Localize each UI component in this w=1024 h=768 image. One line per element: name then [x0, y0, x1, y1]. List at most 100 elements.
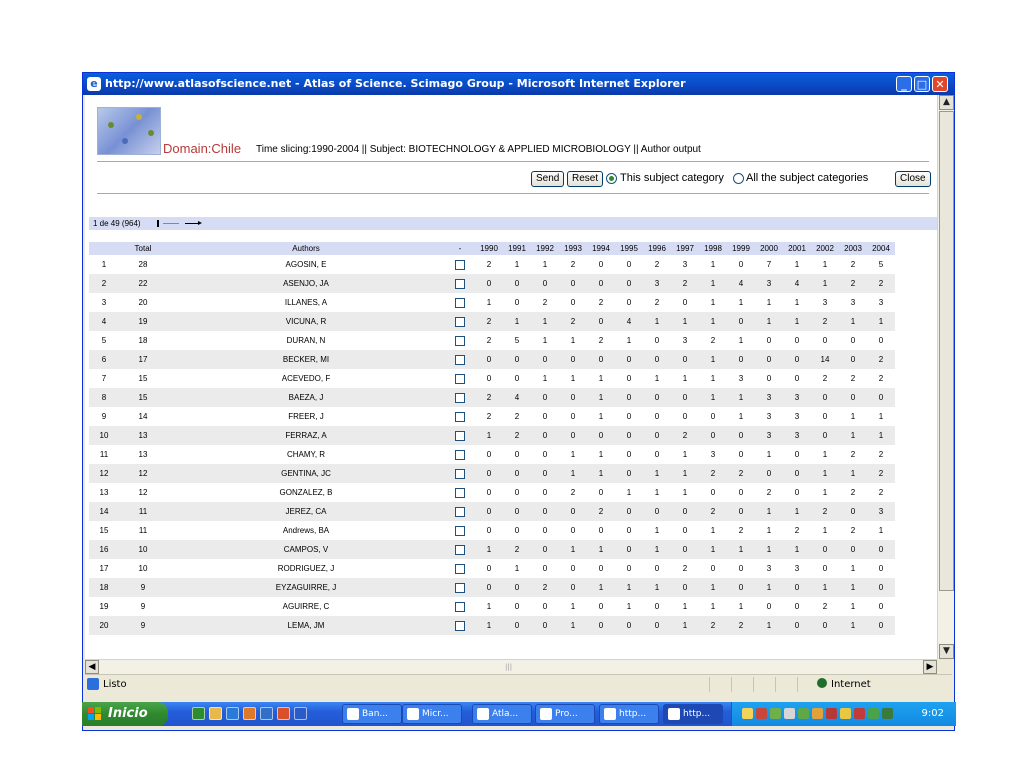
folder-icon[interactable] [209, 707, 222, 720]
author-checkbox[interactable] [455, 449, 465, 460]
author-checkbox[interactable] [455, 259, 465, 270]
author-checkbox[interactable] [455, 487, 465, 498]
year-count-cell: 0 [643, 559, 671, 578]
year-count-cell: 3 [783, 388, 811, 407]
taskbar-button[interactable]: Atla... [472, 704, 532, 724]
mail-icon[interactable] [742, 708, 753, 719]
year-count-cell: 4 [727, 274, 755, 293]
outlook-icon[interactable] [260, 707, 273, 720]
tray-app-icon[interactable] [882, 708, 893, 719]
taskbar-button[interactable]: http... [599, 704, 659, 724]
author-checkbox[interactable] [455, 620, 465, 631]
vertical-scrollbar[interactable]: ▲ ▼ [937, 95, 954, 659]
author-checkbox[interactable] [455, 525, 465, 536]
horizontal-scroll-thumb[interactable]: ||| [100, 661, 920, 673]
network-icon[interactable] [784, 708, 795, 719]
tray-app-icon[interactable] [854, 708, 865, 719]
close-window-button[interactable]: ✕ [932, 76, 948, 92]
author-checkbox[interactable] [455, 316, 465, 327]
year-count-cell: 0 [643, 350, 671, 369]
year-count-cell: 0 [811, 559, 839, 578]
author-checkbox[interactable] [455, 354, 465, 365]
horizontal-scrollbar[interactable]: ◀ ||| ▶ [85, 659, 937, 674]
tray-app-icon[interactable] [812, 708, 823, 719]
tray-app-icon[interactable] [756, 708, 767, 719]
author-cell: DURAN, N [167, 331, 445, 350]
year-count-cell: 0 [867, 597, 895, 616]
tray-app-icon[interactable] [868, 708, 879, 719]
author-cell: AGOSIN, E [167, 255, 445, 274]
year-count-cell: 0 [671, 521, 699, 540]
author-checkbox[interactable] [455, 278, 465, 289]
author-checkbox[interactable] [455, 582, 465, 593]
page-indicator: 1 de 49 (964) [93, 219, 141, 228]
radio-all-categories-label: All the subject categories [746, 172, 869, 184]
author-checkbox[interactable] [455, 468, 465, 479]
author-checkbox[interactable] [455, 392, 465, 403]
year-count-cell: 1 [699, 578, 727, 597]
year-count-cell: 2 [559, 255, 587, 274]
year-count-cell: 0 [643, 331, 671, 350]
taskbar-button[interactable]: Micr... [402, 704, 462, 724]
year-count-cell: 7 [755, 255, 783, 274]
maximize-button[interactable]: □ [914, 76, 930, 92]
column-header: 1999 [727, 242, 755, 255]
table-row: 8 15 BAEZA, J240010001133000 [89, 388, 895, 407]
year-count-cell: 0 [503, 502, 531, 521]
author-checkbox[interactable] [455, 430, 465, 441]
radio-this-category[interactable] [606, 173, 617, 184]
year-count-cell: 0 [531, 350, 559, 369]
send-button[interactable]: Send [531, 171, 565, 187]
table-row: 6 17 BECKER, MI 0 0 0 0 0 0 0 0 1 0 0 0 14 0 2 [89, 350, 895, 369]
reset-button[interactable]: Reset [567, 171, 604, 187]
year-count-cell: 0 [475, 445, 503, 464]
author-checkbox[interactable] [455, 373, 465, 384]
scroll-down-icon[interactable]: ▼ [939, 644, 954, 659]
taskbar-button[interactable]: Pro... [535, 704, 595, 724]
year-count-cell: 3 [783, 559, 811, 578]
year-count-cell: 0 [615, 350, 643, 369]
tray-app-icon[interactable] [840, 708, 851, 719]
author-checkbox[interactable] [455, 297, 465, 308]
author-checkbox[interactable] [455, 601, 465, 612]
security-tray-icon[interactable] [798, 708, 809, 719]
year-count-cell: 0 [867, 578, 895, 597]
word-icon[interactable] [294, 707, 307, 720]
scroll-left-icon[interactable]: ◀ [85, 660, 99, 674]
access-icon[interactable] [277, 707, 290, 720]
author-checkbox[interactable] [455, 563, 465, 574]
start-button[interactable]: Inicio [82, 702, 168, 726]
year-count-cell: 0 [475, 578, 503, 597]
title-bar[interactable]: e http://www.atlasofscience.net - Atlas … [83, 73, 954, 95]
year-count-cell: 3 [811, 293, 839, 312]
year-count-cell: 0 [727, 559, 755, 578]
rank-cell: 3 [89, 293, 119, 312]
total-cell: 17 [119, 350, 167, 369]
ie-quicklaunch-icon[interactable] [226, 707, 239, 720]
table-row: 19 9 AGUIRRE, C100101011100210 [89, 597, 895, 616]
status-divider [753, 677, 754, 692]
tray-app-icon[interactable] [826, 708, 837, 719]
excel-icon[interactable] [192, 707, 205, 720]
taskbar-button[interactable]: Ban... [342, 704, 402, 724]
scroll-up-icon[interactable]: ▲ [939, 95, 954, 110]
year-count-cell: 1 [755, 312, 783, 331]
next-page-arrow-icon[interactable] [185, 221, 202, 225]
year-count-cell: 3 [839, 293, 867, 312]
year-count-cell: 1 [839, 312, 867, 331]
year-count-cell: 1 [475, 426, 503, 445]
close-button[interactable]: Close [895, 171, 931, 187]
tray-app-icon[interactable] [770, 708, 781, 719]
scroll-right-icon[interactable]: ▶ [923, 660, 937, 674]
minimize-button[interactable]: _ [896, 76, 912, 92]
author-checkbox[interactable] [455, 411, 465, 422]
author-checkbox[interactable] [455, 544, 465, 555]
vertical-scroll-thumb[interactable] [939, 111, 954, 591]
author-checkbox[interactable] [455, 506, 465, 517]
year-count-cell: 2 [839, 521, 867, 540]
powerpoint-icon[interactable] [243, 707, 256, 720]
radio-all-categories[interactable] [733, 173, 744, 184]
previous-page-arrow-icon[interactable] [163, 223, 179, 224]
taskbar-button[interactable]: http... [663, 704, 723, 724]
author-checkbox[interactable] [455, 335, 465, 346]
